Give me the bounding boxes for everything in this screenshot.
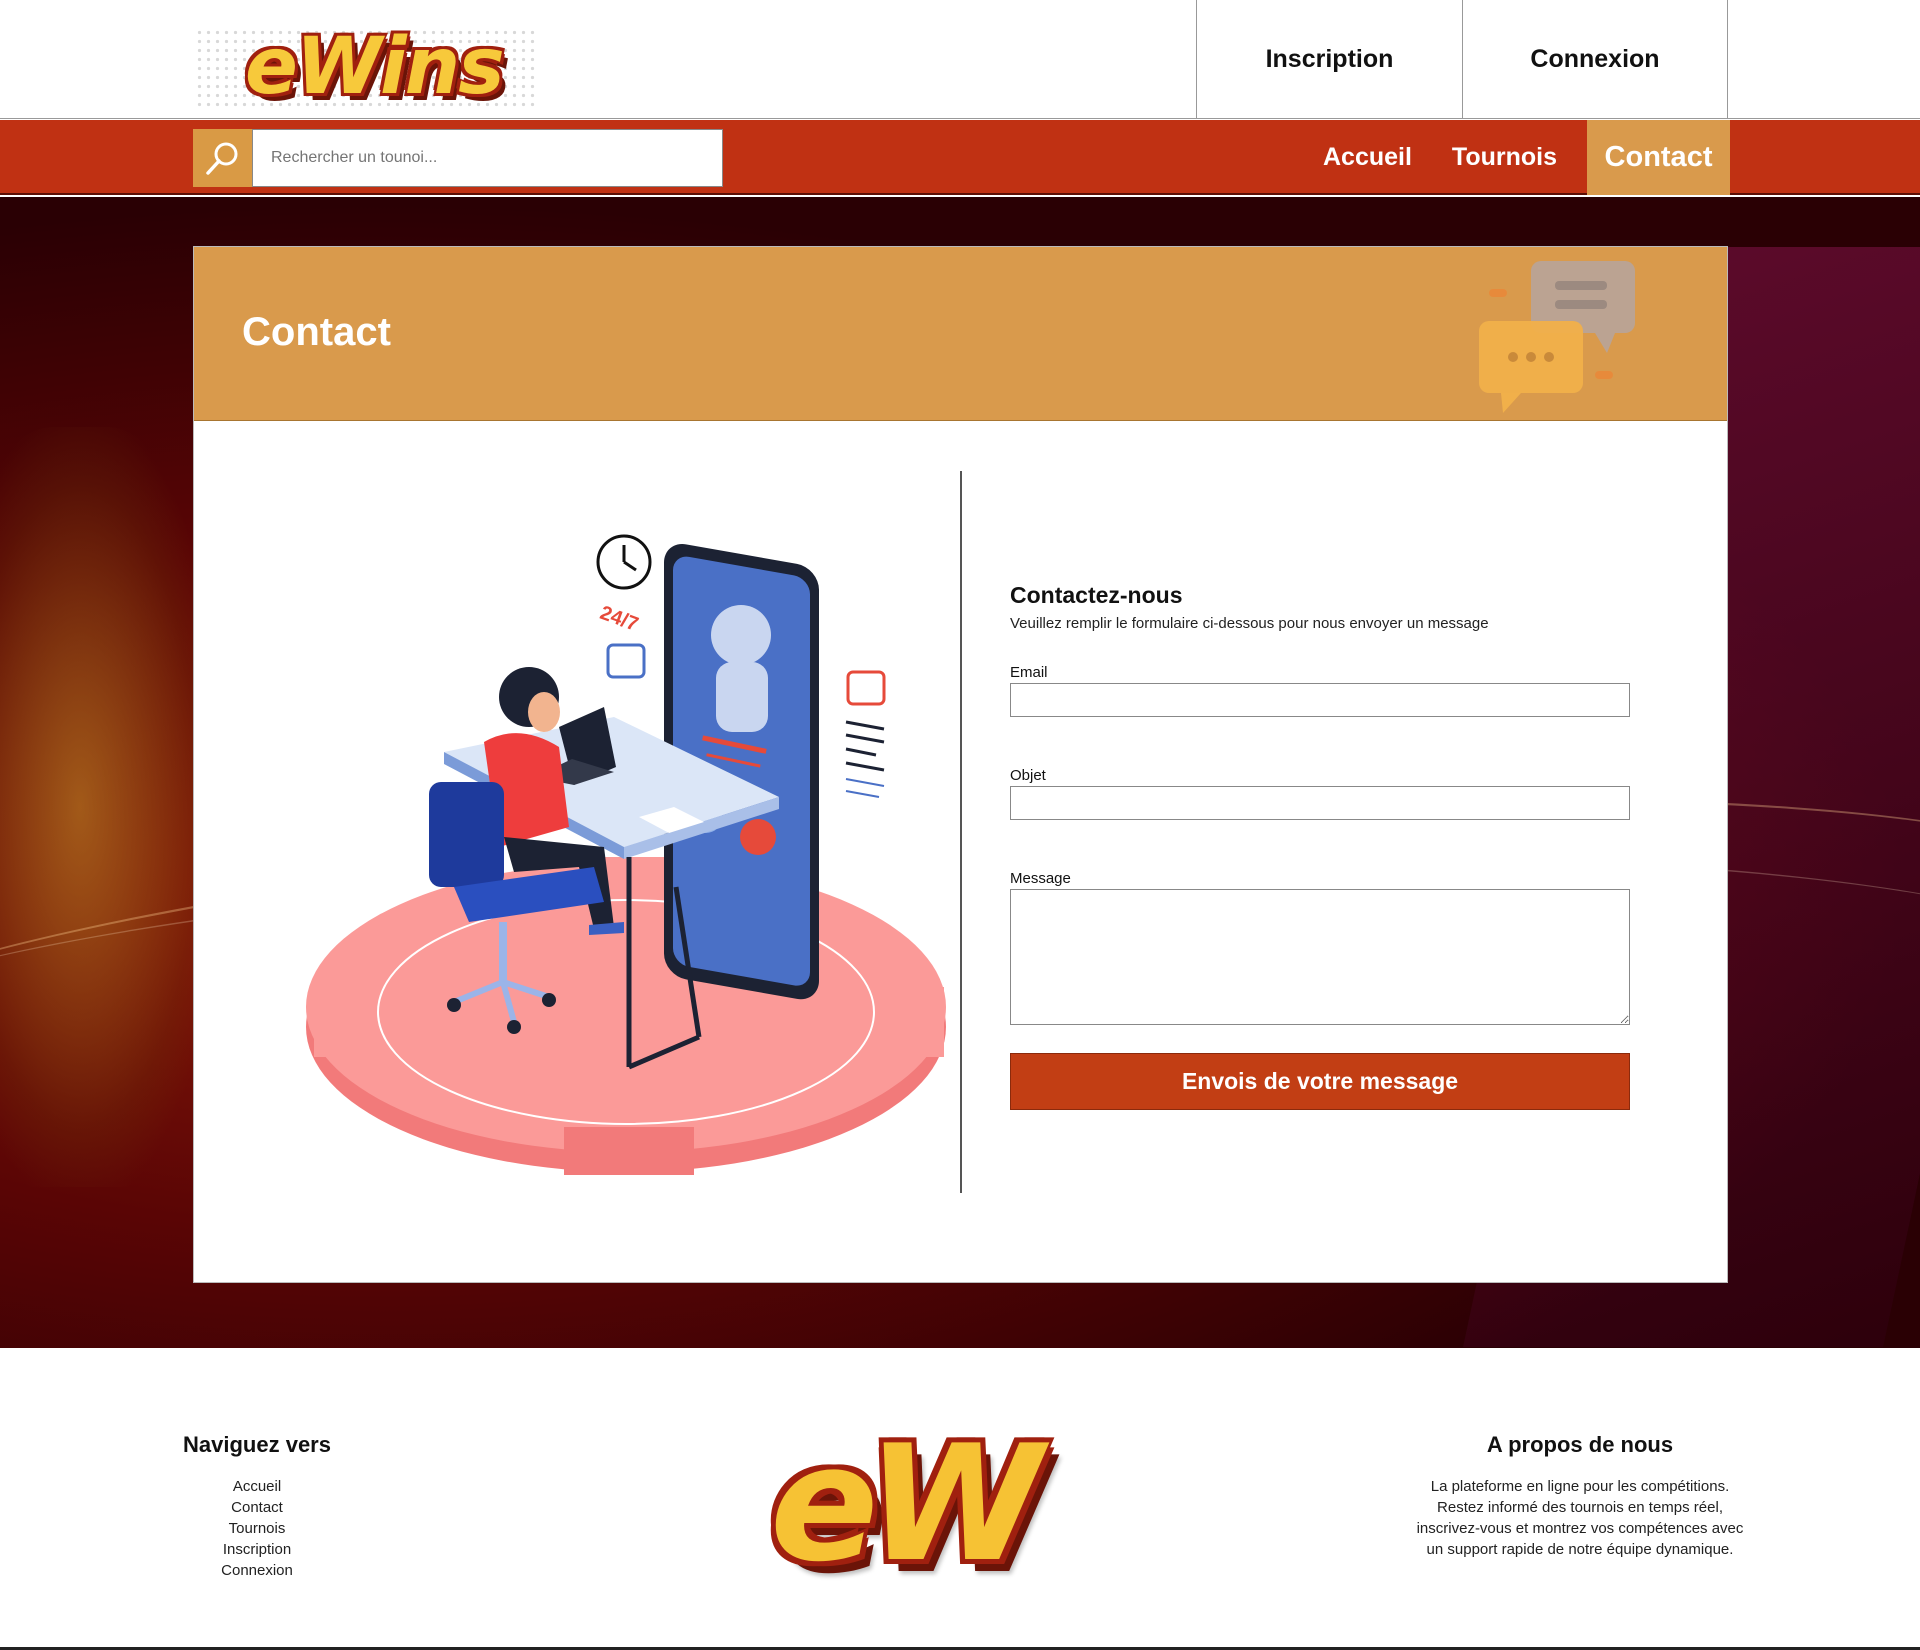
send-message-button[interactable]: Envois de votre message [1010,1053,1630,1110]
footer-link-contact[interactable]: Contact [135,1497,379,1518]
nav-links: Accueil Tournois Contact [1303,120,1730,195]
contact-form: Contactez-nous Veuillez remplir le formu… [1010,582,1630,1110]
footer-nav-title: Naviguez vers [183,1432,331,1457]
message-field[interactable] [1010,889,1630,1025]
top-header: eWins Inscription Connexion [0,0,1920,119]
form-title: Contactez-nous [1010,582,1183,608]
subject-field[interactable] [1010,786,1630,820]
nav-item-accueil[interactable]: Accueil [1303,120,1432,195]
footer-link-inscription[interactable]: Inscription [135,1539,379,1560]
footer-link-tournois[interactable]: Tournois [135,1518,379,1539]
text-lines-icon [845,778,885,798]
vertical-divider [960,471,962,1193]
ewins-logo[interactable]: eWins [190,18,550,118]
footer-logo-text: eW [770,1410,1043,1597]
register-link[interactable]: Inscription [1196,0,1462,119]
search-input[interactable] [252,129,723,187]
subject-label: Objet [1010,767,1046,784]
footer-about-line: Restez informé des tournois en temps rée… [1437,1499,1723,1516]
email-field[interactable] [1010,683,1630,717]
gear-platform [306,857,946,1175]
login-link[interactable]: Connexion [1462,0,1728,119]
search-icon [205,142,237,175]
footer-about-line: un support rapide de notre équipe dynami… [1426,1541,1734,1558]
footer-about-line: inscrivez-vous et montrez vos compétence… [1416,1520,1744,1537]
footer-about-line: La plateforme en ligne pour les compétit… [1430,1478,1730,1495]
main-navbar: Accueil Tournois Contact [0,120,1920,195]
footer-link-accueil[interactable]: Accueil [135,1476,379,1497]
footer: Naviguez vers Accueil Contact Tournois I… [0,1348,1920,1650]
account-links: Inscription Connexion [1196,0,1728,119]
footer-about: A propos de nous La plateforme en ligne … [1380,1432,1780,1560]
text-lines-icon [845,720,885,772]
footer-link-connexion[interactable]: Connexion [135,1560,379,1581]
footer-logo: eW [760,1410,1090,1600]
logo-text: eWins [245,22,505,112]
footer-nav: Naviguez vers Accueil Contact Tournois I… [135,1432,379,1581]
chat-bubbles-icon [1479,261,1635,413]
card-header: Contact [194,247,1727,421]
support-agent-illustration: 24/7 [306,534,946,1175]
page-title: Contact [242,310,391,354]
chat-icon [846,670,886,706]
search-button[interactable] [193,129,252,187]
nav-item-tournois[interactable]: Tournois [1432,120,1577,195]
nav-item-contact[interactable]: Contact [1587,120,1730,195]
contact-card: Contact 24/7 Contactez-nous Veuillez rem… [193,246,1728,1283]
footer-about-title: A propos de nous [1486,1432,1674,1457]
support-24-7-label: 24/7 [597,602,641,636]
message-label: Message [1010,870,1071,887]
form-subtitle: Veuillez remplir le formulaire ci-dessou… [1010,615,1489,632]
email-label: Email [1010,664,1048,681]
chat-icon [606,643,646,679]
